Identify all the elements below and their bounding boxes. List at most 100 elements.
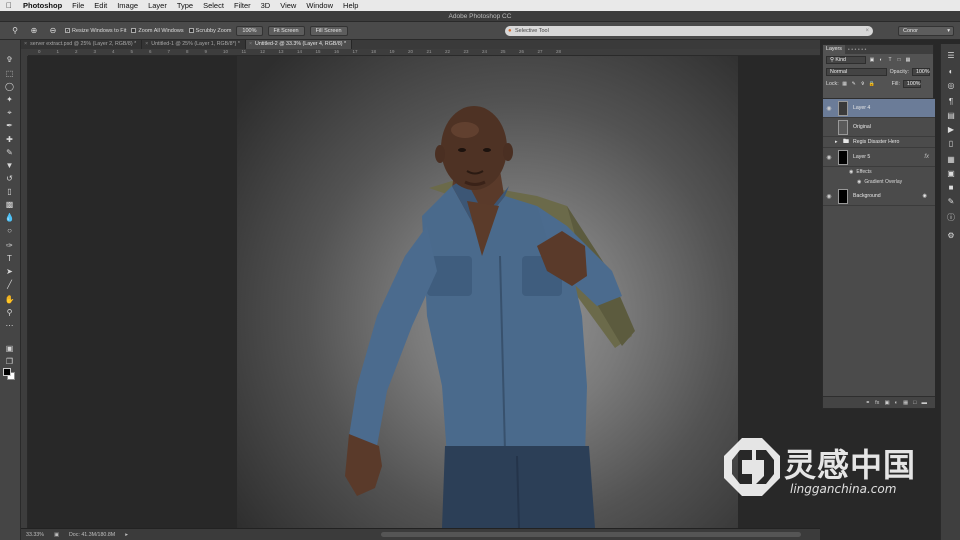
tab-layers[interactable]: Layers [823, 45, 845, 54]
quick-mask-icon[interactable]: ▣ [3, 343, 16, 355]
gradient-overlay-row[interactable]: ◉ Gradient Overlay [823, 177, 935, 187]
menu-3d[interactable]: 3D [256, 1, 276, 10]
menu-type[interactable]: Type [172, 1, 198, 10]
lock-paint-icon[interactable]: ✎ [851, 81, 857, 87]
scrubby-zoom-checkbox[interactable]: Scrubby Zoom [188, 28, 231, 34]
lasso-icon[interactable]: ◯ [3, 81, 16, 93]
new-group-icon[interactable]: ▦ [903, 400, 908, 406]
blur-icon[interactable]: 💧 [3, 212, 16, 224]
adjustment-filter-icon[interactable]: ◐ [878, 57, 884, 63]
path-select-icon[interactable]: ➤ [3, 266, 16, 278]
horizontal-ruler[interactable]: 0 1 2 3 4 5 6 7 8 9 10 11 12 13 14 15 16 17 18 19 20 21 22 23 24… [28, 49, 820, 56]
tab-untitled-1[interactable]: × Untitled-1 @ 25% (Layer 1, RGB/8*) * [142, 40, 246, 49]
info-circle-icon[interactable]: ⓘ [945, 212, 957, 224]
zoom-level[interactable]: 33.33% [26, 532, 44, 538]
clear-icon[interactable]: × [865, 26, 869, 36]
menu-select[interactable]: Select [198, 1, 229, 10]
menu-window[interactable]: Window [301, 1, 338, 10]
lock-move-icon[interactable]: ✞ [860, 81, 866, 87]
mask-icon[interactable]: ▣ [884, 400, 889, 406]
zoom-in-icon[interactable]: ⊕ [27, 25, 41, 37]
tab-server-extract[interactable]: × server extract.psd @ 25% (Layer 2, RGB/… [21, 40, 143, 49]
stamp-icon[interactable]: ▼ [3, 160, 16, 172]
eye-icon[interactable]: ◉ [823, 193, 835, 200]
menu-edit[interactable]: Edit [89, 1, 112, 10]
brush-icon[interactable]: ✎ [3, 147, 16, 159]
shape-filter-icon[interactable]: □ [896, 57, 902, 63]
fill-screen-button[interactable]: Fill Screen [309, 25, 348, 36]
document-canvas[interactable] [237, 56, 738, 528]
trash-icon[interactable]: ▬ [922, 400, 928, 406]
link-icon[interactable]: ⚭ [866, 400, 871, 406]
channels-dock-icon[interactable]: ◐ [945, 66, 957, 78]
zoom-icon[interactable]: ⚲ [3, 307, 16, 319]
screen-mode-icon[interactable]: ❐ [3, 356, 16, 368]
settings-dock-icon[interactable]: ⚙ [945, 230, 957, 242]
type-filter-icon[interactable]: T [887, 57, 893, 63]
move-icon[interactable]: ✞ [3, 54, 16, 66]
new-layer-icon[interactable]: □ [913, 400, 916, 406]
fill-input[interactable]: 100% [902, 80, 921, 88]
adjustments-dock-icon[interactable]: ■ [945, 182, 957, 194]
pen-icon[interactable]: ✑ [3, 240, 16, 252]
layer-row-layer-5[interactable]: ◉ Layer 5 fx [823, 148, 935, 167]
quick-select-icon[interactable]: ✦ [3, 94, 16, 106]
type-icon[interactable]: T [3, 253, 16, 265]
search-input[interactable]: ● Selective Tool × [505, 26, 873, 36]
dodge-icon[interactable]: ○ [3, 225, 16, 237]
menu-help[interactable]: Help [338, 1, 363, 10]
eye-icon[interactable]: ◉ [849, 169, 853, 175]
close-icon[interactable]: × [24, 41, 27, 47]
pixel-filter-icon[interactable]: ▣ [869, 57, 875, 63]
zoom-tool-icon[interactable]: ⚲ [8, 25, 22, 37]
eye-icon[interactable]: ◉ [857, 179, 861, 185]
resize-windows-checkbox[interactable]: ✓ Resize Windows to Fit [65, 28, 126, 34]
close-icon[interactable]: × [249, 41, 252, 47]
kind-select[interactable]: ⚲ Kind [826, 56, 866, 64]
layers-dock-icon[interactable]: ☰ [945, 50, 957, 62]
menu-app[interactable]: Photoshop [18, 1, 67, 10]
vertical-ruler[interactable] [21, 56, 28, 528]
zoom-100-button[interactable]: 100% [236, 25, 263, 36]
tab-untitled-2[interactable]: × Untitled-2 @ 33.3% (Layer 4, RGB/8) * [245, 40, 353, 49]
status-arrow-icon[interactable]: ▸ [125, 532, 128, 538]
close-icon[interactable]: × [145, 41, 148, 47]
styles-dock-icon[interactable]: ▣ [945, 168, 957, 180]
foreground-color-swatch[interactable] [3, 368, 11, 376]
menu-view[interactable]: View [275, 1, 301, 10]
adjustment-icon[interactable]: ◐ [895, 400, 898, 406]
fx-icon[interactable]: fx [924, 154, 929, 160]
brush-dock-icon[interactable]: ✎ [945, 196, 957, 208]
zoom-all-checkbox[interactable]: Zoom All Windows [131, 28, 184, 34]
menu-layer[interactable]: Layer [143, 1, 172, 10]
blend-mode-select[interactable]: Normal [826, 68, 887, 76]
zoom-out-icon[interactable]: ⊖ [46, 25, 60, 37]
more-tools-icon[interactable]: ⋯ [3, 320, 16, 332]
eraser-icon[interactable]: ▯ [3, 186, 16, 198]
apple-icon[interactable]:  [0, 1, 18, 10]
paragraph-dock-icon[interactable]: ¶ [945, 96, 957, 108]
canvas-area[interactable] [28, 56, 820, 528]
eyedropper-icon[interactable]: ✒ [3, 120, 16, 132]
eye-icon[interactable]: ◉ [823, 105, 835, 112]
healing-icon[interactable]: ✚ [3, 134, 16, 146]
hand-icon[interactable]: ✋ [3, 294, 16, 306]
ruler-corner[interactable] [21, 49, 28, 56]
lock-all-icon[interactable]: 🔒 [869, 81, 875, 87]
eye-icon[interactable]: ◉ [823, 154, 835, 161]
horizontal-scrollbar[interactable] [381, 532, 801, 537]
actions-dock-icon[interactable]: ▶ [945, 124, 957, 136]
layer-row-original[interactable]: Original [823, 118, 935, 137]
layer-row-background[interactable]: ◉ Background ◉ [823, 187, 935, 206]
effects-row[interactable]: ◉ Effects [823, 167, 935, 177]
paths-dock-icon[interactable]: ◎ [945, 80, 957, 92]
fx-menu-icon[interactable]: fx [875, 400, 879, 406]
opacity-input[interactable]: 100% [912, 68, 930, 76]
menu-image[interactable]: Image [112, 1, 143, 10]
menu-filter[interactable]: Filter [229, 1, 256, 10]
layer-row-group[interactable]: ▸ 🖿 Regis Disaster Hero [823, 137, 935, 148]
swatches-dock-icon[interactable]: ▦ [945, 154, 957, 166]
menu-file[interactable]: File [67, 1, 89, 10]
lock-transparent-icon[interactable]: ▦ [842, 81, 848, 87]
history-dock-icon[interactable]: ▯ [945, 138, 957, 150]
